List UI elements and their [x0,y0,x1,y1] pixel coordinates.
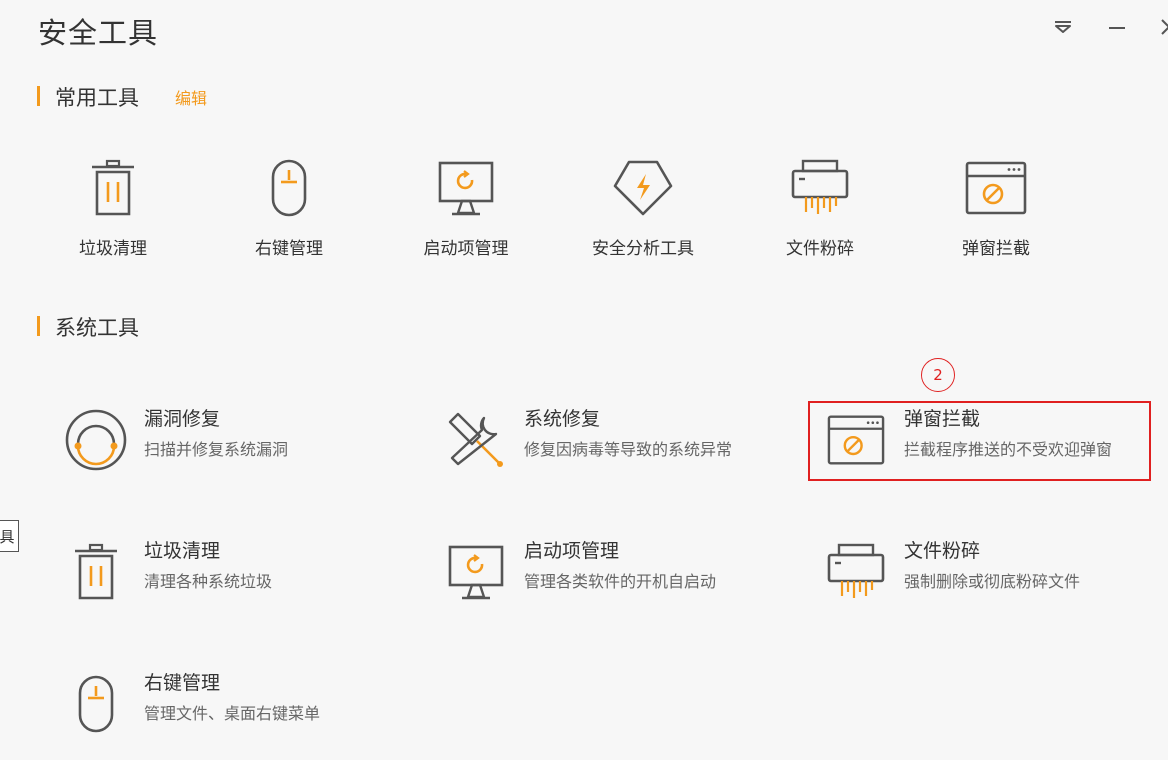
quick-tool-label: 垃圾清理 [79,239,147,259]
trash-icon [75,543,117,600]
popup-block-icon [827,415,885,465]
side-tab[interactable]: 具 [0,520,19,552]
popup-block-icon [965,161,1027,215]
tool-description: 修复因病毒等导致的系统异常 [524,440,733,459]
shredder-icon [791,159,849,214]
tool-name: 右键管理 [144,672,221,694]
quick-tool-shredder[interactable]: 文件粉碎 [745,158,895,259]
system-tools-title: 系统工具 [55,316,139,340]
wrench-screwdriver-icon [448,412,503,467]
quick-tool-security-analysis[interactable]: 安全分析工具 [568,158,718,259]
quick-tool-label: 启动项管理 [423,239,509,259]
tool-description: 强制删除或彻底粉碎文件 [904,572,1081,591]
tool-name: 启动项管理 [524,540,620,562]
tool-description: 拦截程序推送的不受欢迎弹窗 [904,440,1113,459]
window-title: 安全工具 [38,16,159,50]
vulnerability-fix-icon [65,409,127,471]
tool-junk-cleanup[interactable]: 垃圾清理 清理各种系统垃圾 [60,536,420,616]
tool-description: 管理各类软件的开机自启动 [524,572,717,591]
tool-file-shredder[interactable]: 文件粉碎 强制删除或彻底粉碎文件 [820,536,1168,616]
tool-system-repair[interactable]: 系统修复 修复因病毒等导致的系统异常 [440,404,800,484]
tool-name: 文件粉碎 [904,540,981,562]
quick-tool-popup-block[interactable]: 弹窗拦截 [921,158,1071,259]
section-marker [37,316,40,336]
common-tools-title: 常用工具 [55,86,139,110]
quick-tool-label: 右键管理 [255,239,323,259]
tool-vulnerability-fix[interactable]: 漏洞修复 扫描并修复系统漏洞 [60,404,420,484]
quick-tool-right-click[interactable]: 右键管理 [214,158,364,259]
monitor-startup-icon [448,545,504,600]
tool-startup-manager[interactable]: 启动项管理 管理各类软件的开机自启动 [440,536,800,616]
quick-tool-startup[interactable]: 启动项管理 [391,158,541,259]
close-icon [1161,19,1168,35]
dropdown-menu-button[interactable] [1050,14,1076,40]
tool-description: 管理文件、桌面右键菜单 [144,704,321,723]
tool-name: 系统修复 [524,408,601,430]
tool-description: 清理各种系统垃圾 [144,572,273,591]
minimize-button[interactable] [1104,14,1130,40]
monitor-startup-icon [438,161,494,216]
quick-tool-label: 安全分析工具 [592,239,694,259]
dropdown-icon [1055,21,1071,33]
quick-tool-label: 弹窗拦截 [962,239,1030,259]
section-marker [37,86,40,106]
tool-description: 扫描并修复系统漏洞 [144,440,289,459]
close-button[interactable] [1156,14,1168,40]
step-badge: 2 [921,358,955,392]
quick-tool-trash[interactable]: 垃圾清理 [38,158,188,259]
tool-name: 漏洞修复 [144,408,221,430]
mouse-icon [78,675,114,733]
tool-popup-block[interactable]: 弹窗拦截 拦截程序推送的不受欢迎弹窗 [820,404,1168,484]
quick-tool-label: 文件粉碎 [786,239,854,259]
tool-name: 垃圾清理 [144,540,221,562]
minimize-icon [1109,27,1125,29]
mouse-icon [271,159,307,217]
shield-bolt-icon [613,160,673,216]
tool-name: 弹窗拦截 [904,408,981,430]
tool-right-click-manager[interactable]: 右键管理 管理文件、桌面右键菜单 [60,668,420,748]
trash-icon [92,159,134,216]
shredder-icon [827,543,885,598]
edit-link[interactable]: 编辑 [175,85,207,109]
